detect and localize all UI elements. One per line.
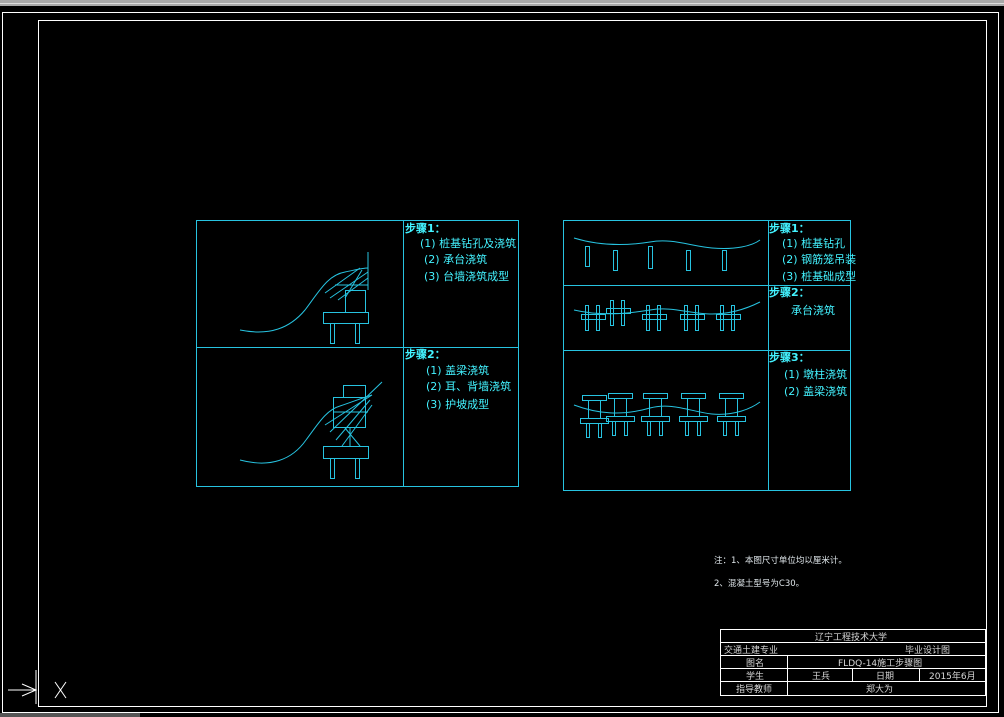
notes: 注：1、本图尺寸单位均以厘米计。 2、混凝土型号为C30。 [714, 555, 847, 589]
right-step2-heading: 步骤2： [769, 285, 810, 299]
outer-frame [2, 12, 999, 713]
abutment-drawing-step1 [239, 252, 369, 344]
tb-student-label: 学生 [746, 670, 764, 682]
left-step1-item-1: (1) 桩基钻孔及浇筑 [420, 236, 516, 250]
right-step1-item-3: (3) 桩基础成型 [782, 269, 856, 283]
note-1: 注：1、本图尺寸单位均以厘米计。 [714, 555, 847, 566]
tb-drawing-name-label: 图名 [746, 657, 764, 669]
left-step2-text: 步骤2： (1) 盖梁浇筑 (2) 耳、背墙浇筑 (3) 护坡成型 [405, 347, 511, 411]
inner-frame [38, 20, 987, 707]
tb-drawing-name: FLDQ-14施工步骤图 [838, 657, 922, 669]
cad-drawing-canvas[interactable]: 步骤1： (1) 桩基钻孔及浇筑 (2) 承台浇筑 (3) 台墙浇筑成型 步骤2… [0, 0, 1004, 717]
note-2: 2、混凝土型号为C30。 [714, 578, 804, 589]
right-step1-heading: 步骤1： [769, 221, 810, 235]
left-step1-heading: 步骤1： [405, 221, 446, 235]
tb-advisor-name: 郑大为 [866, 683, 893, 695]
right-step3-heading: 步骤3： [769, 350, 810, 364]
tb-advisor-label: 指导教师 [736, 683, 772, 695]
right-step1-item-1: (1) 桩基钻孔 [782, 236, 845, 250]
right-step3-item-2: (2) 盖梁浇筑 [784, 384, 847, 398]
right-step2-text: 步骤2： 承台浇筑 [769, 285, 835, 317]
right-step2-item-1: 承台浇筑 [791, 303, 835, 317]
tb-major: 交通土建专业 [724, 644, 778, 656]
tb-date: 2015年6月 [929, 670, 976, 682]
right-step1-text: 步骤1： (1) 桩基钻孔 (2) 钢筋笼吊装 (3) 桩基础成型 [769, 221, 856, 283]
left-step2-heading: 步骤2： [405, 347, 446, 361]
left-step1-item-3: (3) 台墙浇筑成型 [424, 269, 509, 283]
right-step1-item-2: (2) 钢筋笼吊装 [782, 252, 856, 266]
left-step2-item-1: (1) 盖梁浇筑 [426, 363, 489, 377]
abutment-drawing-step2 [239, 381, 383, 479]
right-step3-item-1: (1) 墩柱浇筑 [784, 367, 847, 381]
tb-student-name: 王兵 [812, 670, 830, 682]
tb-date-label: 日期 [876, 671, 894, 682]
tb-university: 辽宁工程技术大学 [815, 631, 887, 643]
left-step2-item-2: (2) 耳、背墙浇筑 [426, 379, 511, 393]
right-step3-text: 步骤3： (1) 墩柱浇筑 (2) 盖梁浇筑 [769, 350, 847, 398]
title-block-text: 辽宁工程技术大学 交通土建专业 毕业设计图 图名 FLDQ-14施工步骤图 学生… [724, 631, 976, 695]
left-step1-text: 步骤1： (1) 桩基钻孔及浇筑 (2) 承台浇筑 (3) 台墙浇筑成型 [405, 221, 516, 283]
ucs-icon [8, 670, 67, 704]
pier-drawing-step2 [573, 300, 761, 331]
left-step2-item-3: (3) 护坡成型 [426, 397, 489, 411]
bottom-status-strip [0, 713, 140, 717]
left-step1-item-2: (2) 承台浇筑 [424, 252, 487, 266]
tb-design-type: 毕业设计图 [905, 644, 950, 656]
pier-drawing-step3 [573, 393, 761, 438]
pier-drawing-step1 [573, 237, 761, 271]
